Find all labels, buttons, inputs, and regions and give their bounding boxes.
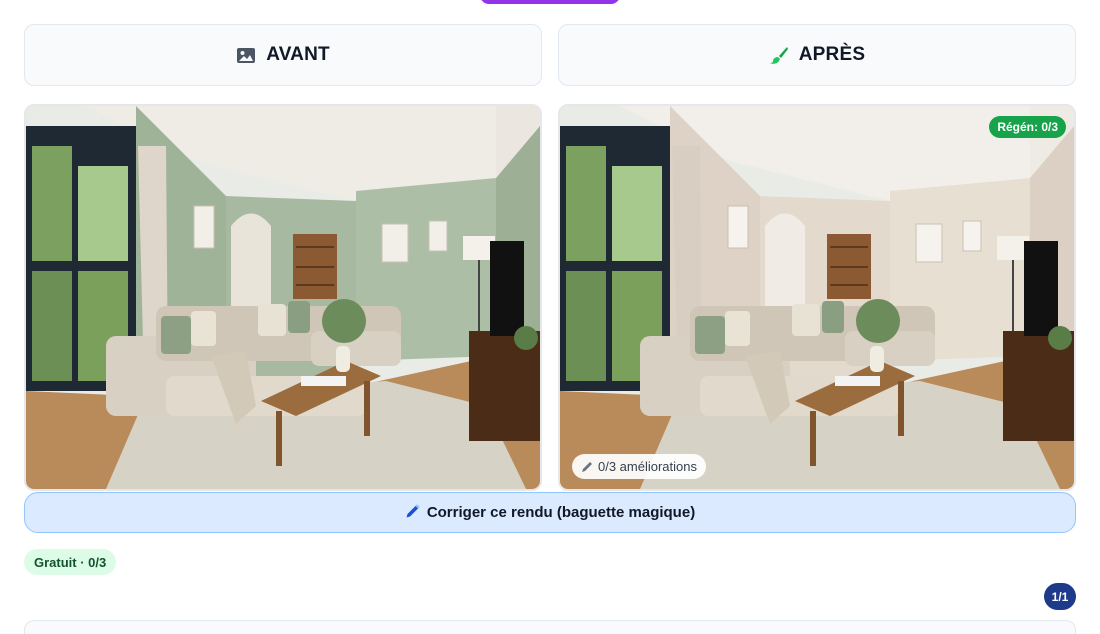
before-panel-header: AVANT xyxy=(24,24,542,86)
paintbrush-icon xyxy=(769,45,789,65)
before-label: AVANT xyxy=(266,44,330,65)
image-icon xyxy=(236,45,256,65)
after-panel-header: APRÈS xyxy=(558,24,1076,86)
pencil-icon xyxy=(405,503,421,523)
regen-counter-badge: Régén: 0/3 xyxy=(989,116,1066,138)
bottom-card xyxy=(24,620,1076,634)
top-action-pill[interactable] xyxy=(480,0,620,4)
page: AVANT APRÈS Régén: 0/3 0/3 améliorations… xyxy=(0,0,1100,634)
after-label: APRÈS xyxy=(798,44,866,65)
before-image xyxy=(24,104,542,491)
pencil-icon xyxy=(581,461,593,473)
improvements-text: 0/3 améliorations xyxy=(598,459,697,474)
fix-button-label: Corriger ce rendu (baguette magique) xyxy=(426,504,696,521)
fix-render-button[interactable]: Corriger ce rendu (baguette magique) xyxy=(24,492,1076,533)
page-counter-badge[interactable]: 1/1 xyxy=(1044,583,1076,610)
after-image: Régén: 0/3 0/3 améliorations xyxy=(558,104,1076,491)
improvements-counter-badge: 0/3 améliorations xyxy=(572,454,706,479)
plan-status-badge: Gratuit · 0/3 xyxy=(24,549,117,575)
